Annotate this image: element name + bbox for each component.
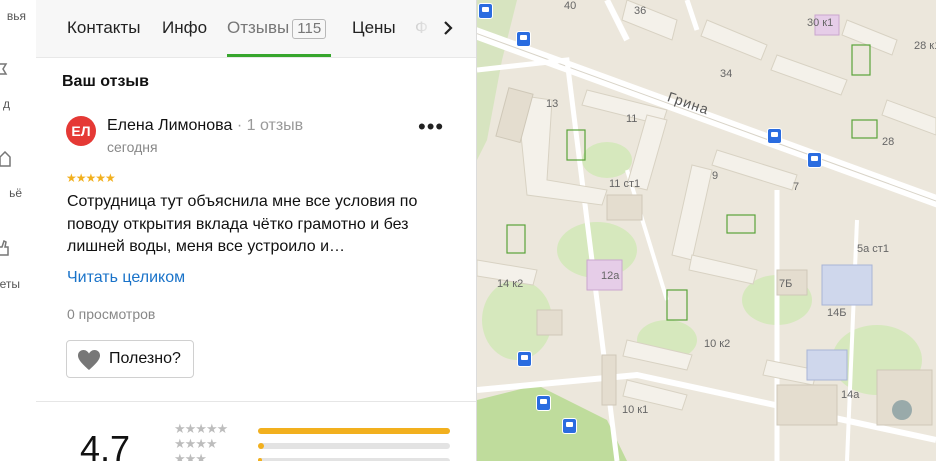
house-number: 40 [564, 0, 577, 12]
house-number: 14а [841, 389, 860, 401]
avatar[interactable]: ЕЛ [66, 116, 96, 146]
house-number: 7 [793, 181, 800, 193]
active-tab-indicator [227, 54, 331, 57]
rating-dist-row-3: ★★★ [174, 451, 454, 461]
bus-stop-icon[interactable] [517, 351, 532, 367]
review-rating-stars: ★★★★★ [66, 171, 116, 185]
rating-dist-row-4: ★★★★ [174, 436, 454, 452]
house-number: 10 к2 [704, 338, 731, 350]
place-panel: Контакты Инфо Отзывы115 Цены Ф Ваш отзыв… [36, 0, 477, 461]
house-number: 30 к1 [807, 17, 834, 29]
rail-label-1[interactable]: вья [7, 9, 26, 23]
thumb-icon[interactable] [0, 240, 10, 256]
dist-stars: ★★★★★ [174, 421, 228, 436]
dist-stars: ★★★ [174, 451, 207, 461]
bus-stop-icon[interactable] [562, 418, 577, 434]
dist-stars: ★★★★ [174, 436, 218, 451]
tab-bar: Контакты Инфо Отзывы115 Цены Ф [36, 0, 476, 58]
tab-contacts[interactable]: Контакты [67, 18, 140, 38]
dist-fill [258, 428, 450, 434]
tab-fade [413, 0, 443, 56]
read-more-link[interactable]: Читать целиком [67, 269, 185, 287]
useful-label: Полезно? [109, 350, 181, 367]
house-number: 14Б [827, 307, 847, 319]
section-title: Ваш отзыв [62, 73, 149, 90]
bus-stop-icon[interactable] [478, 3, 493, 19]
house-icon[interactable] [0, 151, 12, 167]
rail-label-2[interactable]: д [3, 97, 10, 111]
more-options-button[interactable]: ••• [418, 114, 444, 140]
house-number: 28 [882, 136, 895, 148]
house-number: 14 к2 [497, 278, 524, 290]
left-rail: вья д ьё еты [0, 0, 37, 461]
house-number: 36 [634, 5, 647, 17]
rating-value: 4,7 [80, 428, 131, 461]
chevron-right-icon[interactable] [442, 20, 454, 36]
bus-stop-icon[interactable] [767, 128, 782, 144]
author-review-count: · 1 отзыв [236, 117, 304, 134]
rail-label-3[interactable]: ьё [9, 186, 22, 200]
tab-info[interactable]: Инфо [162, 18, 207, 38]
house-number: 11 ст1 [609, 178, 641, 190]
house-number: 9 [712, 170, 719, 182]
house-number: 5а ст1 [857, 243, 889, 255]
review-date: сегодня [107, 139, 158, 155]
dist-bar [258, 428, 450, 434]
useful-button[interactable]: Полезно? [66, 340, 194, 378]
bus-stop-icon[interactable] [536, 395, 551, 411]
pin-icon[interactable] [0, 62, 10, 78]
divider [36, 401, 476, 402]
heart-icon [78, 350, 100, 370]
bus-stop-icon[interactable] [516, 31, 531, 47]
author-name[interactable]: Елена Лимонова [107, 117, 232, 134]
house-number: 10 к1 [622, 404, 649, 416]
review-author[interactable]: Елена Лимонова · 1 отзыв [107, 117, 303, 135]
views-count: 0 просмотров [67, 306, 156, 322]
house-number: 7Б [779, 278, 793, 290]
bus-stop-icon[interactable] [807, 152, 822, 168]
house-number: 13 [546, 98, 559, 110]
dist-bar [258, 443, 450, 449]
house-number: 34 [720, 68, 733, 80]
tab-prices[interactable]: Цены [352, 18, 396, 38]
tab-reviews[interactable]: Отзывы 115 [227, 18, 327, 39]
tab-reviews-label: Отзывы [227, 18, 290, 37]
house-number: 28 к1 [914, 40, 936, 52]
dist-fill [258, 443, 264, 449]
house-number: 11 [626, 113, 638, 125]
rail-label-4[interactable]: еты [0, 277, 20, 291]
review-text: Сотрудница тут объяснила мне все условия… [67, 193, 418, 255]
house-number: 12а [601, 270, 620, 282]
map-canvas[interactable] [477, 0, 936, 461]
map[interactable]: Грина 40 36 34 30 к1 28 к1 28 13 11 11 с… [477, 0, 936, 461]
reviews-count-badge: 115 [292, 19, 327, 39]
